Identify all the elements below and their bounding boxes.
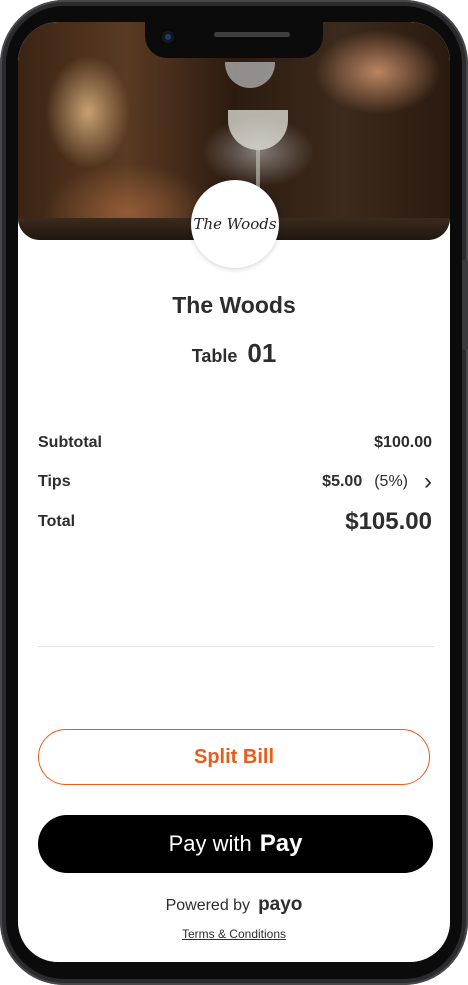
tips-row[interactable]: Tips $5.00 (5%) › xyxy=(38,470,432,494)
tips-selector[interactable]: $5.00 (5%) › xyxy=(322,470,432,494)
speaker xyxy=(214,32,290,37)
table-info: Table 01 xyxy=(18,338,450,369)
subtotal-row: Subtotal $100.00 xyxy=(38,434,432,452)
tips-label: Tips xyxy=(38,473,71,490)
pay-prefix: Pay with xyxy=(168,831,252,856)
apple-pay-logo: Pay xyxy=(260,830,303,858)
cocktail-glass-shape xyxy=(228,110,288,150)
side-button xyxy=(462,260,468,350)
powered-by: Powered by payo xyxy=(18,894,450,916)
subtotal-label: Subtotal xyxy=(38,434,102,451)
pay-brand: Pay xyxy=(259,830,303,857)
camera-icon xyxy=(159,28,177,46)
terms-link[interactable]: Terms & Conditions xyxy=(18,927,450,941)
divider xyxy=(38,646,434,647)
apple-pay-button[interactable]: Pay with Pay xyxy=(38,815,433,873)
restaurant-logo: The Woods xyxy=(191,180,279,268)
powered-by-label: Powered by xyxy=(165,897,251,914)
table-number: 01 xyxy=(247,338,277,368)
split-bill-button[interactable]: Split Bill xyxy=(38,729,430,785)
strainer-shape xyxy=(225,62,275,88)
total-value: $105.00 xyxy=(345,508,432,535)
tips-value: $5.00 xyxy=(322,473,363,490)
tips-percent: (5%) xyxy=(374,473,408,490)
split-bill-label: Split Bill xyxy=(194,745,274,768)
logo-text: The Woods xyxy=(193,215,277,233)
restaurant-name: The Woods xyxy=(172,292,296,318)
table-label: Table xyxy=(191,346,238,366)
subtotal-value: $100.00 xyxy=(374,434,432,451)
chevron-right-icon[interactable]: › xyxy=(424,470,432,494)
total-row: Total $105.00 xyxy=(38,508,432,536)
screen: The Woods The Woods Table 01 Subtotal $1… xyxy=(18,22,450,962)
payo-logo: payo xyxy=(258,894,303,915)
total-label: Total xyxy=(38,513,76,530)
